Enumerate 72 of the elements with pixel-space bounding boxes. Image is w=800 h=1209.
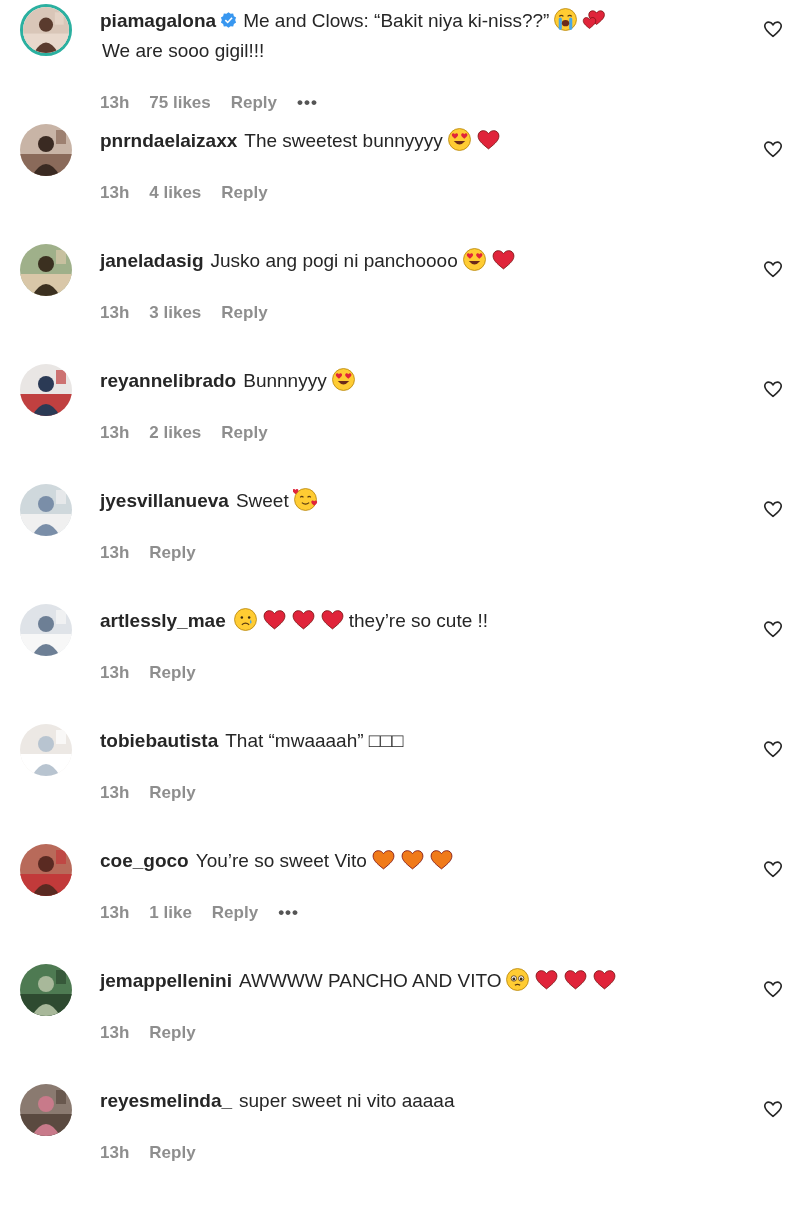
username[interactable]: reyannelibrado [100, 370, 237, 391]
pleading-face-icon [505, 967, 531, 992]
comment-text: super sweet ni vito aaaaa [239, 1090, 455, 1111]
comment-time: 13h [100, 182, 130, 204]
like-button[interactable] [762, 978, 784, 1000]
crying-face-icon [553, 7, 579, 32]
username[interactable]: tobiebautista [100, 730, 219, 751]
username[interactable]: reyesmelinda_ [100, 1090, 233, 1111]
reply-link[interactable]: Reply [149, 658, 196, 688]
username[interactable]: piamagalona [100, 10, 217, 31]
comment-time: 13h [100, 92, 130, 114]
heart-eyes-face-icon [330, 367, 356, 392]
like-button[interactable] [762, 618, 784, 640]
reply-link[interactable]: Reply [230, 88, 278, 118]
like-button[interactable] [762, 738, 784, 760]
avatar[interactable] [20, 4, 72, 56]
heart-eyes-face-icon [446, 127, 472, 152]
more-options-button[interactable]: ••• [278, 898, 299, 928]
comment-time: 13h [100, 1022, 130, 1044]
comment-time: 13h [100, 902, 130, 924]
likes-count[interactable]: 1 like [149, 898, 192, 928]
username[interactable]: coe_goco [100, 850, 189, 871]
reply-link[interactable]: Reply [149, 1138, 196, 1168]
username[interactable]: jemappellenini [100, 970, 232, 991]
sad-tear-face-icon [232, 607, 258, 632]
like-button[interactable] [762, 1098, 784, 1120]
avatar[interactable] [20, 244, 72, 296]
likes-count[interactable]: 3 likes [149, 298, 202, 328]
comment-text: Bunnnyyy [243, 370, 327, 391]
reply-link[interactable]: Reply [149, 1018, 196, 1048]
comment-time: 13h [100, 662, 130, 684]
reply-link[interactable]: Reply [211, 898, 259, 928]
like-button[interactable] [762, 258, 784, 280]
reply-link[interactable]: Reply [221, 298, 268, 328]
comment-time: 13h [100, 542, 130, 564]
comment-text: We are sooo gigil!!! [102, 40, 265, 61]
like-button[interactable] [762, 498, 784, 520]
likes-count[interactable]: 2 likes [149, 418, 202, 448]
comment-text: You’re so sweet Vito [195, 850, 367, 871]
reply-link[interactable]: Reply [149, 538, 196, 568]
username[interactable]: pnrndaelaizaxx [100, 130, 238, 151]
avatar[interactable] [20, 364, 72, 416]
avatar[interactable] [20, 844, 72, 896]
like-button[interactable] [762, 858, 784, 880]
heart-eyes-face-icon [461, 247, 487, 272]
avatar[interactable] [20, 964, 72, 1016]
comment-time: 13h [100, 782, 130, 804]
comment-text: Jusko ang pogi ni panchoooo [210, 250, 458, 271]
username[interactable]: artlessly_mae [100, 610, 226, 631]
avatar[interactable] [20, 1084, 72, 1136]
username[interactable]: jyesvillanueva [100, 490, 229, 511]
comment-text: The sweetest bunnyyyy [244, 130, 443, 151]
avatar[interactable] [20, 124, 72, 176]
comment-text: Me and Clows: “Bakit niya ki-niss??” [243, 10, 550, 31]
reply-link[interactable]: Reply [149, 778, 196, 808]
comment-time: 13h [100, 422, 130, 444]
reply-link[interactable]: Reply [221, 418, 268, 448]
comment-text: they’re so cute !! [348, 610, 489, 631]
comment-text: AWWWW PANCHO AND VITO [239, 970, 502, 991]
comment-time: 13h [100, 1142, 130, 1164]
likes-count[interactable]: 4 likes [149, 178, 202, 208]
likes-count[interactable]: 75 likes [149, 88, 211, 118]
smiling-face-with-hearts-icon [292, 487, 318, 512]
more-options-button[interactable]: ••• [297, 88, 318, 118]
like-button[interactable] [762, 18, 784, 40]
comment-time: 13h [100, 302, 130, 324]
reply-link[interactable]: Reply [221, 178, 268, 208]
comment-text: That “mwaaaah” □□□ [225, 730, 404, 751]
like-button[interactable] [762, 378, 784, 400]
comment-text: Sweet [235, 490, 289, 511]
username[interactable]: janeladasig [100, 250, 204, 271]
like-button[interactable] [762, 138, 784, 160]
